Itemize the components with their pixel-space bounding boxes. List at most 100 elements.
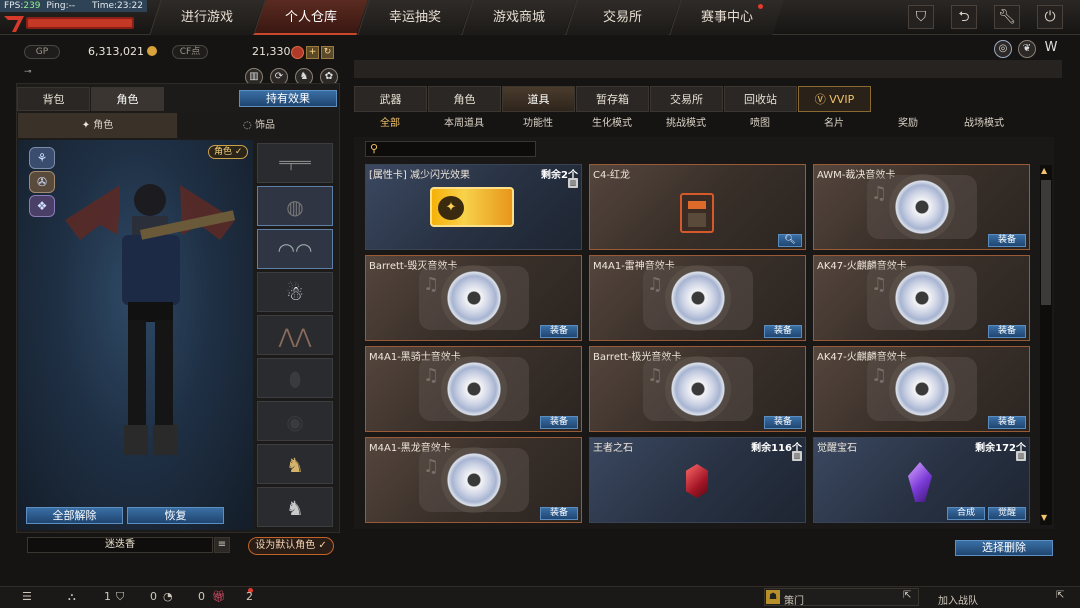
item-card[interactable]: AK47-火麒麟音效卡 ♫ 装备	[813, 346, 1030, 432]
preview-button[interactable]: 🔍︎	[778, 234, 802, 247]
add-cf-button[interactable]: +	[306, 46, 319, 59]
category-namecard[interactable]: 名片	[798, 115, 870, 133]
awaken-button[interactable]: 觉醒	[988, 507, 1026, 520]
vvip-icon[interactable]: W	[1042, 40, 1060, 58]
item-card[interactable]: C4-红龙 🔍︎	[589, 164, 806, 250]
tab-vvip[interactable]: Ⓥ VVIP	[798, 86, 871, 112]
tab-exchange[interactable]: 交易所	[650, 86, 723, 112]
category-functional[interactable]: 功能性	[502, 115, 574, 133]
sound-disc-icon	[446, 271, 501, 325]
slot-goggles[interactable]: ◠◠	[257, 229, 333, 269]
power-icon[interactable]: ⏻	[1037, 5, 1063, 29]
nav-tab-play[interactable]: 进行游戏	[149, 0, 264, 35]
equip-button[interactable]: 装备	[988, 416, 1026, 429]
unequip-all-button[interactable]: 全部解除	[26, 507, 123, 524]
slot-empty-2[interactable]: ◉	[257, 401, 333, 441]
category-all[interactable]: 全部	[354, 115, 426, 133]
trash-icon[interactable]: ▥	[1016, 451, 1026, 461]
expand-clan-icon[interactable]: ⇱	[903, 590, 911, 601]
search-input[interactable]	[365, 141, 536, 157]
list-icon[interactable]: ☰	[22, 590, 32, 603]
equip-button[interactable]: 装备	[988, 234, 1026, 247]
category-zombie[interactable]: 生化模式	[576, 115, 648, 133]
skill-1-icon[interactable]: ⚘	[29, 147, 55, 169]
equip-button[interactable]: 装备	[764, 325, 802, 338]
category-weekly[interactable]: 本周道具	[428, 115, 500, 133]
subtab-character[interactable]: ✦ 角色	[18, 113, 177, 138]
nav-tab-exchange[interactable]: 交易所	[565, 0, 680, 35]
role-badge: 角色 ✓	[208, 145, 249, 159]
wrench-icon[interactable]: 🔧︎	[994, 5, 1020, 29]
skill-3-icon[interactable]: ❖	[29, 195, 55, 217]
slot-helmet[interactable]: ◍	[257, 186, 333, 226]
category-reward[interactable]: 奖励	[872, 115, 944, 133]
clan-shield-icon[interactable]: ⛉	[116, 590, 124, 604]
chat-icon[interactable]: ◔	[163, 590, 173, 603]
menu-icon[interactable]: ≡	[214, 537, 230, 553]
equip-button[interactable]: 装备	[540, 507, 578, 520]
equip-button[interactable]: 装备	[988, 325, 1026, 338]
item-card[interactable]: M4A1-雷神音效卡 ♫ 装备	[589, 255, 806, 341]
scroll-down-arrow[interactable]: ▼	[1041, 513, 1047, 522]
back-icon[interactable]: ⮌	[951, 5, 977, 29]
item-card[interactable]: M4A1-黑骑士音效卡 ♫ 装备	[365, 346, 582, 432]
slot-emblem-2[interactable]: ♞	[257, 487, 333, 527]
item-card[interactable]: AWM-裁决音效卡 ♫ 装备	[813, 164, 1030, 250]
scroll-up-arrow[interactable]: ▲	[1041, 166, 1047, 175]
clan-emblem-icon: ☗	[766, 590, 780, 604]
slot-primary-weapon[interactable]: ═╤══	[257, 143, 333, 183]
category-battlefield[interactable]: 战场模式	[946, 115, 1022, 133]
category-challenge[interactable]: 挑战模式	[650, 115, 722, 133]
cf-coin-icon	[291, 46, 304, 59]
shield-icon[interactable]: ⛉	[908, 5, 934, 29]
trash-icon[interactable]: ▥	[792, 451, 802, 461]
tab-storage[interactable]: 暂存箱	[576, 86, 649, 112]
subtab-accessory[interactable]: ◌ 饰品	[179, 113, 339, 138]
restore-button[interactable]: 恢复	[127, 507, 224, 524]
expand-team-icon[interactable]: ⇱	[1056, 590, 1064, 601]
trash-icon[interactable]: ▥	[568, 178, 578, 188]
ring-icon: ◌	[243, 120, 255, 131]
scrollbar-thumb[interactable]	[1041, 180, 1051, 305]
equip-button[interactable]: 装备	[540, 416, 578, 429]
item-card[interactable]: Barrett-毁灭音效卡 ♫ 装备	[365, 255, 582, 341]
slot-pet[interactable]: ☃	[257, 272, 333, 312]
wing-icon[interactable]: ❦	[1018, 40, 1036, 58]
slot-empty-1[interactable]: ⬮	[257, 358, 333, 398]
tab-backpack[interactable]: 背包	[17, 87, 90, 111]
binoculars-icon[interactable]: ⛬	[68, 590, 76, 604]
item-card[interactable]: Barrett-极光音效卡 ♫ 装备	[589, 346, 806, 432]
nav-tab-shop[interactable]: 游戏商城	[461, 0, 576, 35]
category-spray[interactable]: 喷图	[724, 115, 796, 133]
select-delete-button[interactable]: 选择删除	[955, 540, 1053, 556]
character-name-field[interactable]: 迷迭香	[27, 537, 213, 553]
item-card[interactable]: AK47-火麒麟音效卡 ♫ 装备	[813, 255, 1030, 341]
right-header-strip	[354, 60, 1062, 78]
set-default-character-button[interactable]: 设为默认角色 ✓	[248, 537, 334, 555]
tab-roles[interactable]: 角色	[428, 86, 501, 112]
tab-recycle[interactable]: 回收站	[724, 86, 797, 112]
refresh-icon[interactable]: ↻	[321, 46, 334, 59]
item-card[interactable]: M4A1-黑龙音效卡 ♫ 装备	[365, 437, 582, 523]
join-team-label[interactable]: 加入战队	[938, 592, 978, 607]
item-card[interactable]: 觉醒宝石 剩余172个 ▥ 合成 觉醒	[813, 437, 1030, 523]
skill-2-icon[interactable]: ✇	[29, 171, 55, 193]
tab-items[interactable]: 道具	[502, 86, 575, 112]
nav-tab-lottery[interactable]: 幸运抽奖	[357, 0, 472, 35]
emblem-icon[interactable]: ◎	[994, 40, 1012, 58]
owned-effect-button[interactable]: 持有效果	[239, 90, 337, 107]
nav-tab-events[interactable]: 赛事中心	[669, 0, 784, 35]
fps-value: 239	[23, 1, 41, 11]
tab-character[interactable]: 角色	[91, 87, 164, 111]
item-card[interactable]: 王者之石 剩余116个 ▥	[589, 437, 806, 523]
tab-weapons[interactable]: 武器	[354, 86, 427, 112]
slot-wings[interactable]: ⋀⋀	[257, 315, 333, 355]
combine-button[interactable]: 合成	[947, 507, 985, 520]
nav-tab-inventory[interactable]: 个人仓库	[253, 0, 368, 35]
gift-icon[interactable]: 🎁︎	[212, 590, 226, 603]
equip-button[interactable]: 装备	[540, 325, 578, 338]
slot-emblem-1[interactable]: ♞	[257, 444, 333, 484]
equip-button[interactable]: 装备	[764, 416, 802, 429]
c4-bomb-icon	[680, 193, 714, 233]
item-card[interactable]: [属性卡] 减少闪光效果 剩余2个 ▥ ✦	[365, 164, 582, 250]
